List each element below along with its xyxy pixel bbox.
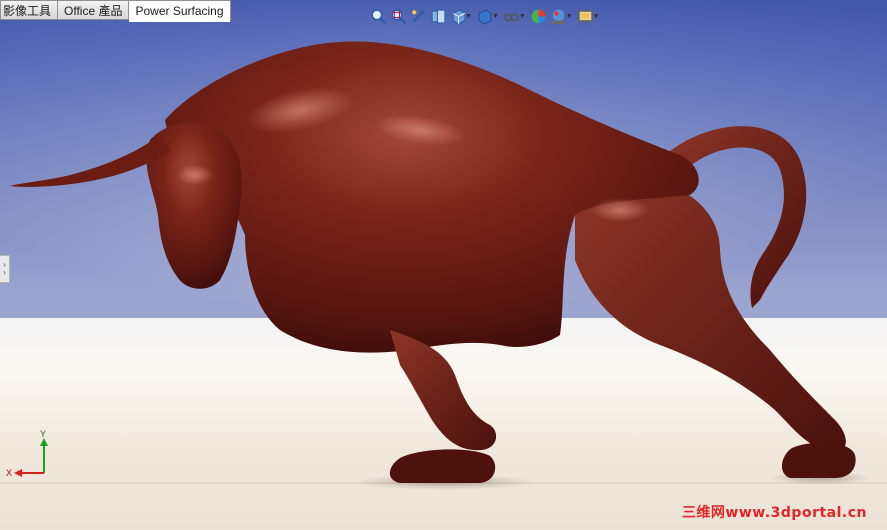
bull-model[interactable] — [0, 0, 887, 530]
tab-office-products[interactable]: Office 產品 — [58, 0, 130, 20]
feature-manager-collapse-handle[interactable]: › › — [0, 255, 10, 283]
head-highlight — [177, 165, 213, 185]
bull-horn — [10, 135, 170, 187]
heads-up-view-toolbar: ▼ ▼ ▼ ▼ ▼ — [368, 5, 603, 27]
reference-triad: Y X — [6, 429, 48, 478]
chevron-right-icon: › — [3, 268, 6, 277]
watermark: 三维网www.3dportal.cn — [681, 505, 867, 521]
chevron-down-icon[interactable]: ▼ — [492, 13, 499, 20]
bull-front-hoof — [389, 449, 496, 483]
bull-rear-hoof — [781, 442, 856, 478]
tab-power-surfacing[interactable]: Power Surfacing — [129, 0, 231, 22]
chevron-down-icon[interactable]: ▼ — [593, 13, 600, 20]
chevron-down-icon[interactable]: ▼ — [465, 13, 472, 20]
zoom-to-fit-icon[interactable] — [368, 6, 388, 26]
zoom-area-icon[interactable] — [388, 6, 408, 26]
tab-image-tools[interactable]: 影像工具 — [0, 0, 59, 20]
chevron-down-icon[interactable]: ▼ — [519, 13, 526, 20]
triad-x-label: X — [6, 468, 12, 478]
rear-highlight — [590, 198, 650, 222]
command-manager-tabs: 影像工具 Office 產品 Power Surfacing — [0, 0, 231, 22]
previous-view-icon[interactable] — [408, 6, 428, 26]
chevron-down-icon[interactable]: ▼ — [566, 13, 573, 20]
triad-y-label: Y — [40, 429, 46, 439]
appearance-icon[interactable] — [529, 6, 549, 26]
bull-front-leg — [390, 330, 497, 451]
graphics-area[interactable]: 影像工具 Office 產品 Power Surfacing ▼ ▼ ▼ ▼ ▼… — [0, 0, 887, 530]
section-view-icon[interactable] — [428, 6, 448, 26]
